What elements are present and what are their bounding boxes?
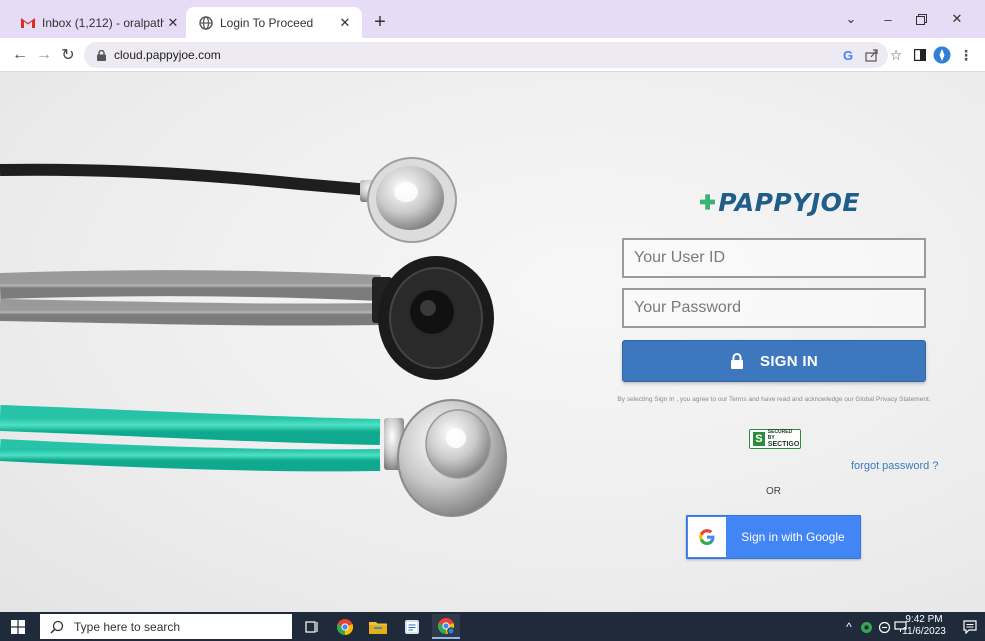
taskbar-search-placeholder: Type here to search (74, 619, 181, 634)
or-separator: OR (766, 486, 781, 497)
forward-arrow-icon[interactable]: → (32, 43, 56, 67)
chevron-up-icon[interactable]: ^ (842, 617, 856, 637)
sign-in-button[interactable]: SIGN IN (622, 340, 926, 382)
new-tab-button[interactable]: + (368, 10, 392, 34)
notification-icon[interactable] (960, 617, 980, 637)
tab-title: Inbox (1,212) - oralpath@mitmi (42, 15, 164, 30)
gmail-icon (20, 15, 36, 31)
share-icon[interactable] (862, 45, 882, 65)
url-text: cloud.pappyjoe.com (114, 48, 221, 62)
taskbar-clock[interactable]: 9:42 PM 11/6/2023 (900, 614, 948, 638)
brand-name: PAPPYJOE (718, 187, 860, 217)
forgot-password-link[interactable]: forgot password ? (851, 460, 938, 472)
browser-toolbar: ← → ↻ cloud.pappyjoe.com G ☆ ⋮ (0, 38, 985, 72)
medical-cross-icon (700, 194, 716, 210)
browser-tab-strip: Inbox (1,212) - oralpath@mitmi ✕ Login T… (0, 0, 985, 38)
close-window-button[interactable]: ✕ (944, 8, 970, 30)
reload-icon[interactable]: ↻ (56, 43, 80, 67)
lock-icon[interactable] (94, 48, 108, 62)
side-panel-icon[interactable] (910, 45, 930, 65)
bookmark-star-icon[interactable]: ☆ (886, 45, 906, 65)
badge-brand-text: SECTIGO (767, 441, 800, 448)
restore-button[interactable] (908, 8, 934, 30)
close-tab-icon[interactable]: ✕ (336, 14, 354, 32)
google-sign-in-label: Sign in with Google (741, 530, 845, 544)
clock-date: 11/6/2023 (902, 626, 946, 637)
close-tab-icon[interactable]: ✕ (164, 14, 182, 32)
chrome-profile-taskbar-icon[interactable] (432, 614, 460, 639)
google-translate-icon[interactable]: G (838, 45, 858, 65)
sectigo-badge-text: SECURED BY SECTIGO (768, 429, 800, 449)
lock-icon (731, 353, 744, 369)
google-sign-in-button[interactable]: Sign in with Google (686, 515, 861, 559)
file-explorer-icon[interactable] (364, 614, 392, 639)
user-id-input[interactable] (622, 238, 926, 278)
network-app-icon[interactable] (858, 617, 874, 637)
clock-time: 9:42 PM (905, 614, 943, 625)
tab-title: Login To Proceed (220, 15, 314, 30)
notes-app-icon[interactable] (398, 614, 426, 639)
address-bar[interactable]: cloud.pappyjoe.com (84, 42, 888, 68)
back-arrow-icon[interactable]: ← (8, 43, 32, 67)
speaker-icon[interactable] (876, 617, 892, 637)
sign-in-label: SIGN IN (760, 352, 818, 370)
windows-start-icon[interactable] (0, 612, 36, 641)
google-g-icon (688, 517, 726, 557)
sectigo-badge[interactable]: S SECURED BY SECTIGO (749, 429, 801, 449)
badge-top-text: SECURED BY (767, 429, 793, 441)
windows-taskbar: Type here to search ^ 9:42 PM 11/6/2023 (0, 612, 985, 641)
search-icon (50, 620, 64, 634)
tab-gmail-inbox[interactable]: Inbox (1,212) - oralpath@mitmi ✕ (8, 7, 190, 38)
login-page: PAPPYJOE SIGN IN By selecting Sign In , … (0, 72, 985, 612)
globe-icon (198, 15, 214, 31)
chrome-taskbar-icon[interactable] (331, 614, 359, 639)
tab-login[interactable]: Login To Proceed ✕ (186, 7, 362, 38)
minimize-button[interactable]: – (875, 8, 901, 30)
task-view-icon[interactable] (298, 614, 326, 639)
sectigo-logo-icon: S (753, 432, 765, 446)
password-input[interactable] (622, 288, 926, 328)
terms-text: By selecting Sign In , you agree to our … (617, 396, 931, 403)
profile-avatar-icon[interactable] (932, 45, 952, 65)
taskbar-search-box[interactable]: Type here to search (40, 614, 292, 639)
menu-kebab-icon[interactable]: ⋮ (956, 45, 976, 65)
tab-search-chevron-icon[interactable]: ⌄ (838, 8, 864, 30)
pappyjoe-logo: PAPPYJOE (700, 182, 860, 222)
